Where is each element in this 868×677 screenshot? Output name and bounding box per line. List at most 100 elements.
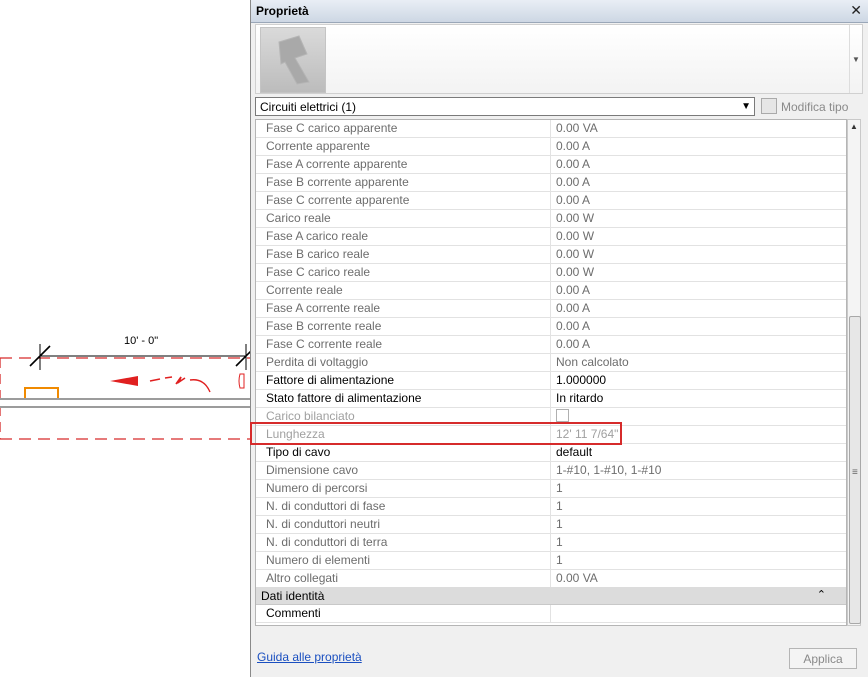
- property-value: 0.00 VA: [556, 571, 598, 585]
- property-row: Fase C carico reale 0.00 W: [256, 264, 846, 282]
- property-row[interactable]: Fattore di alimentazione 1.000000: [256, 372, 846, 390]
- palette-titlebar[interactable]: Proprietà ✕: [251, 0, 868, 23]
- dropdown-arrow-icon[interactable]: ▼: [741, 101, 751, 112]
- edit-type-label: Modifica tipo: [781, 100, 849, 114]
- chevron-down-icon[interactable]: ▼: [852, 55, 860, 64]
- property-value: 0.00 A: [556, 157, 591, 171]
- property-row: Fase A corrente apparente 0.00 A: [256, 156, 846, 174]
- property-name: Carico reale: [256, 210, 551, 227]
- property-row: Fase C corrente apparente 0.00 A: [256, 192, 846, 210]
- property-row: N. di conduttori neutri 1: [256, 516, 846, 534]
- property-name: N. di conduttori di terra: [256, 534, 551, 551]
- property-row: Fase A corrente reale 0.00 A: [256, 300, 846, 318]
- property-row: Altro collegati 0.00 VA: [256, 570, 846, 588]
- property-value: 0.00 W: [556, 247, 595, 261]
- circuit-wire-dash: [149, 376, 173, 382]
- property-value: 0.00 A: [556, 175, 591, 189]
- properties-scrollbar[interactable]: ▲ ≡: [847, 119, 861, 626]
- property-value: 0.00 W: [556, 211, 595, 225]
- property-name: Fase A carico reale: [256, 228, 551, 245]
- edit-type-button[interactable]: Modifica tipo: [761, 98, 848, 114]
- property-row-comments[interactable]: Commenti: [256, 605, 846, 623]
- property-name: Stato fattore di alimentazione: [256, 390, 551, 407]
- property-name: Perdita di voltaggio: [256, 354, 551, 371]
- drawing-canvas[interactable]: 10' - 0": [0, 0, 250, 677]
- electrical-device: [24, 387, 59, 400]
- property-name: Tipo di cavo: [256, 444, 551, 461]
- property-value: 1: [556, 517, 563, 531]
- property-name: Altro collegati: [256, 570, 551, 587]
- property-value: 0.00 A: [556, 139, 591, 153]
- scrollbar-grip-icon: ≡: [852, 467, 858, 478]
- property-row: N. di conduttori di fase 1: [256, 498, 846, 516]
- properties-palette: Proprietà ✕ ▼ Circuiti elettrici (1) ▼ M…: [250, 0, 868, 677]
- property-value[interactable]: In ritardo: [556, 390, 846, 407]
- property-name: Fase B corrente apparente: [256, 174, 551, 191]
- property-row: Dimensione cavo 1-#10, 1-#10, 1-#10: [256, 462, 846, 480]
- property-value: 0.00 W: [556, 265, 595, 279]
- balanced-load-checkbox: [556, 409, 569, 422]
- property-value: Non calcolato: [556, 355, 629, 369]
- property-row: Carico reale 0.00 W: [256, 210, 846, 228]
- type-selector-value: Circuiti elettrici (1): [260, 100, 357, 114]
- property-row: Corrente apparente 0.00 A: [256, 138, 846, 156]
- type-selector-dropdown[interactable]: Circuiti elettrici (1) ▼: [255, 97, 755, 116]
- property-value: 1: [556, 499, 563, 513]
- property-name: Fattore di alimentazione: [256, 372, 551, 389]
- property-value: 1: [556, 553, 563, 567]
- circuit-home-arrow: [110, 376, 138, 386]
- property-value: 0.00 A: [556, 337, 591, 351]
- property-row: Numero di percorsi 1: [256, 480, 846, 498]
- property-value: 1: [556, 535, 563, 549]
- circuit-lightning-symbol: [175, 376, 186, 385]
- length-highlight-box: [250, 422, 622, 445]
- property-name: Fase C carico apparente: [256, 120, 551, 137]
- property-name: Commenti: [256, 605, 551, 622]
- property-row: Fase A carico reale 0.00 W: [256, 228, 846, 246]
- circuit-wire-arc: [189, 379, 211, 393]
- properties-help-link[interactable]: Guida alle proprietà: [257, 650, 362, 664]
- group-title: Dati identità: [261, 589, 325, 603]
- property-name: Dimensione cavo: [256, 462, 551, 479]
- scrollbar-thumb[interactable]: ≡: [849, 316, 861, 624]
- property-row: N. di conduttori di terra 1: [256, 534, 846, 552]
- property-row: Fase B carico reale 0.00 W: [256, 246, 846, 264]
- property-name: N. di conduttori neutri: [256, 516, 551, 533]
- property-row: Fase C corrente reale 0.00 A: [256, 336, 846, 354]
- properties-grid: Fase C carico apparente 0.00 VA Corrente a…: [255, 119, 847, 626]
- property-value[interactable]: 1.000000: [556, 372, 846, 389]
- property-row[interactable]: Stato fattore di alimentazione In ritardo: [256, 390, 846, 408]
- property-row: Fase B corrente reale 0.00 A: [256, 318, 846, 336]
- property-name: Fase A corrente reale: [256, 300, 551, 317]
- palette-title: Proprietà: [256, 4, 309, 18]
- property-value: 0.00 A: [556, 319, 591, 333]
- type-selector-row: Circuiti elettrici (1) ▼ Modifica tipo: [255, 97, 865, 117]
- collapse-icon[interactable]: ⌃: [817, 588, 826, 601]
- scroll-up-arrow-icon[interactable]: ▲: [850, 122, 858, 131]
- property-name: Fase A corrente apparente: [256, 156, 551, 173]
- property-value: 0.00 A: [556, 283, 591, 297]
- property-row[interactable]: Tipo di cavo default: [256, 444, 846, 462]
- property-name: Fase B corrente reale: [256, 318, 551, 335]
- property-value: 0.00 VA: [556, 121, 598, 135]
- property-row: Corrente reale 0.00 A: [256, 282, 846, 300]
- property-name: Numero di elementi: [256, 552, 551, 569]
- property-row: Fase C carico apparente 0.00 VA: [256, 120, 846, 138]
- close-icon[interactable]: ✕: [850, 2, 862, 19]
- property-name: N. di conduttori di fase: [256, 498, 551, 515]
- property-value: 1: [556, 481, 563, 495]
- property-value-input[interactable]: [556, 605, 846, 622]
- apply-button[interactable]: Applica: [789, 648, 857, 669]
- edit-type-icon: [761, 98, 777, 114]
- property-row: Fase B corrente apparente 0.00 A: [256, 174, 846, 192]
- property-value[interactable]: default: [556, 444, 846, 461]
- group-header-identity[interactable]: Dati identità ⌃: [256, 587, 846, 605]
- preview-scrollbar[interactable]: ▼: [849, 25, 862, 93]
- property-name: Fase B carico reale: [256, 246, 551, 263]
- property-value: 0.00 A: [556, 301, 591, 315]
- circuit-panel-symbol: [238, 373, 245, 389]
- property-name: Corrente reale: [256, 282, 551, 299]
- property-name: Numero di percorsi: [256, 480, 551, 497]
- property-name: Corrente apparente: [256, 138, 551, 155]
- wire-type-icon: [278, 35, 310, 85]
